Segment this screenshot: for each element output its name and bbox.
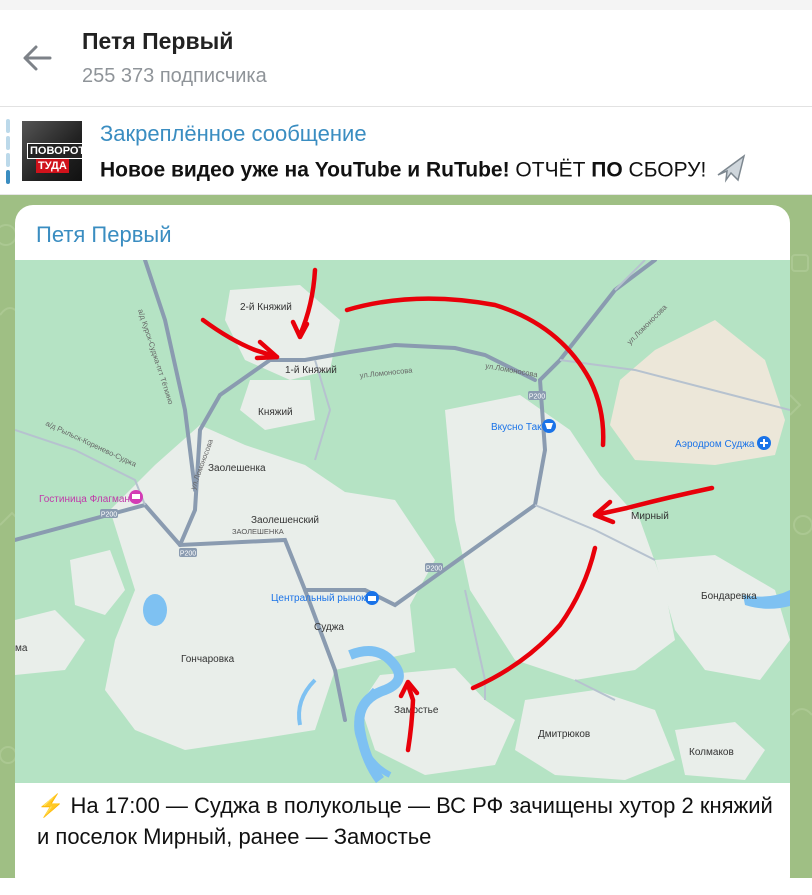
pond <box>143 594 167 626</box>
map-label: Бондаревка <box>701 591 757 602</box>
map-label: Дмитрюков <box>538 729 590 740</box>
pin-indicator-segment <box>6 136 10 150</box>
caption-text: На 17:00 — Суджа в полукольце — ВС РФ за… <box>37 793 773 849</box>
message-caption: ⚡ На 17:00 — Суджа в полукольце — ВС РФ … <box>37 790 777 852</box>
channel-header: Петя Первый 255 373 подписчика <box>0 10 812 107</box>
map-label: 2-й Княжий <box>240 302 292 313</box>
map-label: Гончаровка <box>181 654 235 665</box>
pinned-thumbnail: ПОВОРОТ ТУДА <box>22 121 82 181</box>
airplane-emoji-icon <box>716 153 748 189</box>
pinned-text-bold2: ПО <box>591 158 623 182</box>
route-shield: Р200 <box>100 509 118 519</box>
map-label: ма <box>15 643 28 654</box>
pinned-text-part2: СБОРУ! <box>622 158 707 182</box>
pinned-label: Закреплённое сообщение <box>100 121 367 146</box>
map-label: 1-й Княжий <box>285 365 337 376</box>
top-status-strip <box>0 0 812 10</box>
route-shield-label: Р200 <box>426 566 442 573</box>
pin-indicator-segment <box>6 119 10 133</box>
back-arrow-icon[interactable] <box>18 38 58 78</box>
map-label: Замостье <box>394 705 439 716</box>
lightning-emoji-icon: ⚡ <box>37 793 65 818</box>
map-image[interactable]: Р200 Р200 Р200 Р200 2-й Княжий 1-й Княжи… <box>15 260 790 783</box>
map-label: Вкусно Так <box>491 422 542 433</box>
map-label: Центральный рынок <box>271 593 366 604</box>
route-shield: Р200 <box>425 563 443 573</box>
subscriber-count: 255 373 подписчика <box>82 65 267 87</box>
channel-title[interactable]: Петя Первый <box>82 28 233 55</box>
route-shield-label: Р200 <box>529 394 545 401</box>
map-label: Заолешенка <box>208 463 266 474</box>
pinned-text: Новое видео уже на YouTube и RuTube! ОТЧ… <box>100 153 748 189</box>
thumbnail-text-bottom: ТУДА <box>36 159 69 173</box>
airport-pin-icon[interactable] <box>757 436 771 450</box>
thumbnail-text-top: ПОВОРОТ <box>27 143 82 159</box>
message-sender[interactable]: Петя Первый <box>36 222 172 248</box>
pinned-message-bar[interactable]: ПОВОРОТ ТУДА Закреплённое сообщение Ново… <box>0 107 812 195</box>
route-shield: Р200 <box>179 548 197 558</box>
route-shield-label: Р200 <box>180 551 196 558</box>
pin-indicator-segment <box>6 153 10 167</box>
map-label: Заолешенский <box>251 515 319 526</box>
map-label: Гостиница Флагман <box>39 494 130 505</box>
route-shield-label: Р200 <box>101 512 117 519</box>
map-label: Колмаков <box>689 747 734 758</box>
food-pin-icon[interactable] <box>542 419 556 433</box>
route-shield: Р200 <box>528 391 546 401</box>
hotel-pin-icon[interactable] <box>129 490 143 504</box>
pin-indicator-active <box>6 170 10 184</box>
map-label: Суджа <box>314 622 344 633</box>
map-label: Аэродром Суджа <box>675 439 755 450</box>
map-label: ЗАОЛЕШЕНКА <box>232 527 284 536</box>
map-label: Мирный <box>631 511 669 522</box>
market-pin-icon[interactable] <box>365 591 379 605</box>
map-label: Княжий <box>258 407 293 418</box>
pinned-text-part: ОТЧЁТ <box>509 158 592 182</box>
message-bubble: Петя Первый Р200 Р200 Р200 Р200 2-й Княж… <box>15 205 790 895</box>
pinned-text-bold: Новое видео уже на YouTube и RuTube! <box>100 158 510 182</box>
